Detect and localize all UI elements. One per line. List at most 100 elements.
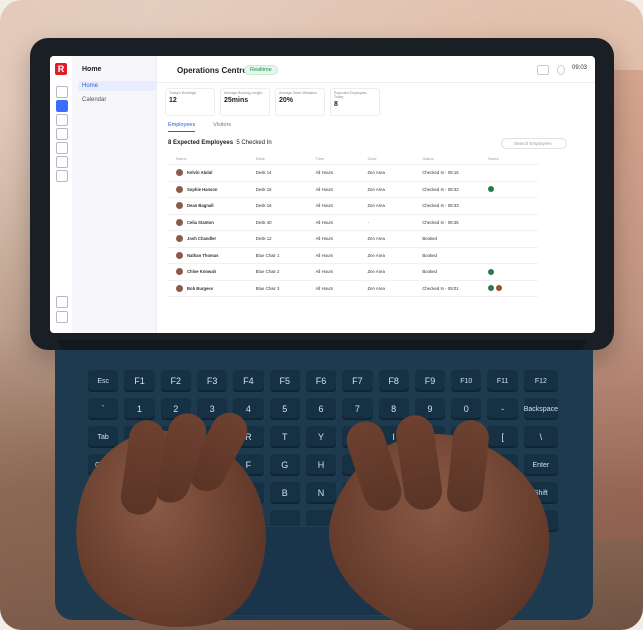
- time-display: 09:03: [571, 65, 587, 71]
- location-icon[interactable]: [56, 86, 68, 98]
- note-indicator-icon[interactable]: [488, 186, 495, 193]
- table-header: Name Desk Time Zone Status Notes: [168, 156, 538, 165]
- keyboard-key[interactable]: Tab: [88, 426, 119, 448]
- header-cell[interactable]: Desk: [256, 156, 316, 161]
- stat-card: Expected Employees Today 8: [330, 88, 380, 116]
- time-cell: All Hours: [315, 186, 334, 192]
- avatar: [176, 235, 183, 243]
- employee-name: Chloe Knowah: [187, 269, 217, 275]
- status-cell: Booked: [422, 269, 437, 275]
- note-indicator-icon[interactable]: [488, 268, 495, 275]
- status-cell: Checked In - 09:01: [422, 285, 459, 291]
- table-row[interactable]: Nathan Thomas Blue Chair 1 All Hours Zen Ar…: [168, 248, 538, 264]
- table-row[interactable]: Chloe Knowah Blue Chair 2 All Hours Zen Are…: [168, 264, 538, 281]
- table-row[interactable]: Bob Burgess Blue Chair 3 All Hours Zen Area…: [168, 281, 538, 297]
- stat-label: Average Desk Utilisation: [279, 91, 318, 95]
- name-cell: Chloe Knowah: [168, 268, 256, 276]
- keyboard-key[interactable]: F10: [451, 370, 482, 392]
- desk-cell: Desk 16: [255, 203, 272, 209]
- name-cell: Dean Bagnall: [168, 202, 256, 210]
- tab-employees[interactable]: Employees: [168, 122, 196, 132]
- keyboard-key[interactable]: F8: [378, 370, 409, 392]
- stat-card: Today's Bookings 12: [165, 88, 215, 116]
- keyboard-key[interactable]: Enter: [523, 454, 558, 476]
- header-cell[interactable]: Zone: [367, 156, 422, 161]
- stat-label: Expected Employees Today: [334, 91, 367, 99]
- name-cell: Sophie Hanson: [168, 185, 256, 193]
- meeting-room-icon[interactable]: [56, 156, 68, 168]
- table-row[interactable]: Celia Stanton Desk 40 All Hours - Checked In…: [168, 215, 538, 231]
- nav-item-home[interactable]: Home: [78, 81, 156, 91]
- calendar-icon[interactable]: [56, 128, 68, 140]
- tab-visitors[interactable]: Visitors: [213, 122, 231, 132]
- keyboard-key[interactable]: Y: [305, 426, 337, 448]
- keyboard-key[interactable]: F12: [523, 370, 558, 392]
- notes-cell: [488, 186, 538, 193]
- keyboard-key[interactable]: F3: [196, 370, 228, 392]
- time-cell: All Hours: [315, 252, 334, 258]
- keyboard-key[interactable]: F6: [305, 370, 337, 392]
- notifications-icon[interactable]: [537, 65, 549, 75]
- keyboard-key[interactable]: H: [305, 454, 337, 476]
- keyboard-key[interactable]: F4: [233, 370, 264, 392]
- table-row[interactable]: Josh Chandler Desk 12 All Hours Zen Area Boo…: [168, 231, 538, 248]
- keyboard-key[interactable]: F2: [160, 370, 191, 392]
- keyboard-key[interactable]: 7: [342, 398, 373, 420]
- keyboard-key[interactable]: -: [487, 398, 518, 420]
- keyboard-key[interactable]: F7: [342, 370, 373, 392]
- table-row[interactable]: Dean Bagnall Desk 16 All Hours Zen Area Chec…: [168, 198, 538, 215]
- keyboard-key[interactable]: [: [487, 426, 518, 448]
- keyboard-key[interactable]: \: [523, 426, 558, 448]
- zone-cell: Zen Area: [367, 269, 385, 275]
- table-row[interactable]: Sophie Hanson Desk 15 All Hours Zen Area Che…: [168, 182, 538, 198]
- zone-cell: Zen Area: [367, 170, 385, 176]
- avatar: [176, 202, 183, 210]
- keyboard-key[interactable]: F5: [269, 370, 300, 392]
- profile-icon[interactable]: [56, 311, 68, 323]
- stat-value: 8: [334, 101, 338, 108]
- stat-label: Today's Bookings: [169, 91, 197, 95]
- home-icon[interactable]: [56, 100, 68, 112]
- nav-item-calendar[interactable]: Calendar: [82, 97, 106, 103]
- keyboard-key[interactable]: F1: [124, 370, 155, 392]
- keyboard-key[interactable]: 0: [451, 398, 482, 420]
- keyboard-key[interactable]: 5: [269, 398, 300, 420]
- name-cell: Josh Chandler: [168, 235, 256, 243]
- avatar: [176, 284, 183, 292]
- keyboard-key[interactable]: Backspace: [523, 398, 558, 420]
- keyboard-key[interactable]: 1: [124, 398, 155, 420]
- table-row[interactable]: Kelvin Abdul Desk 14 All Hours Zen Area Chec…: [168, 165, 538, 182]
- stat-value: 20%: [279, 97, 294, 104]
- desk-icon[interactable]: [56, 142, 68, 154]
- header-cell[interactable]: Name: [168, 156, 256, 161]
- employee-name: Nathan Thomas: [187, 252, 219, 258]
- settings-icon[interactable]: [56, 296, 68, 308]
- note-indicator-icon[interactable]: [496, 285, 503, 292]
- time-cell: All Hours: [315, 170, 334, 176]
- keyboard-key[interactable]: G: [269, 454, 300, 476]
- status-badge: Realtime: [244, 65, 278, 75]
- header-cell[interactable]: Time: [316, 156, 368, 161]
- keyboard-key[interactable]: 6: [305, 398, 337, 420]
- page-title: Operations Centre: [177, 66, 247, 75]
- keyboard-key[interactable]: T: [269, 426, 300, 448]
- keyboard-key[interactable]: B: [269, 482, 300, 504]
- tabs: Employees Visitors: [168, 122, 231, 132]
- avatar: [176, 251, 183, 259]
- header-cell[interactable]: Status: [422, 156, 488, 161]
- employee-name: Kelvin Abdul: [187, 170, 213, 176]
- people-icon[interactable]: [56, 114, 68, 126]
- keyboard-key[interactable]: `: [88, 398, 119, 420]
- keyboard-key[interactable]: N: [305, 482, 337, 504]
- keyboard-key[interactable]: Esc: [88, 370, 119, 392]
- keyboard-key[interactable]: 8: [378, 398, 409, 420]
- search-input[interactable]: Search Employees: [501, 138, 567, 149]
- notes-cell: [488, 285, 538, 292]
- employee-summary: 8 Expected Employees 5 Checked In: [168, 140, 272, 146]
- name-cell: Bob Burgess: [168, 284, 256, 292]
- parking-icon[interactable]: [56, 170, 68, 182]
- note-indicator-icon[interactable]: [488, 285, 495, 292]
- keyboard-key[interactable]: F9: [414, 370, 446, 392]
- keyboard-key[interactable]: F11: [487, 370, 518, 392]
- header-cell[interactable]: Notes: [488, 156, 538, 161]
